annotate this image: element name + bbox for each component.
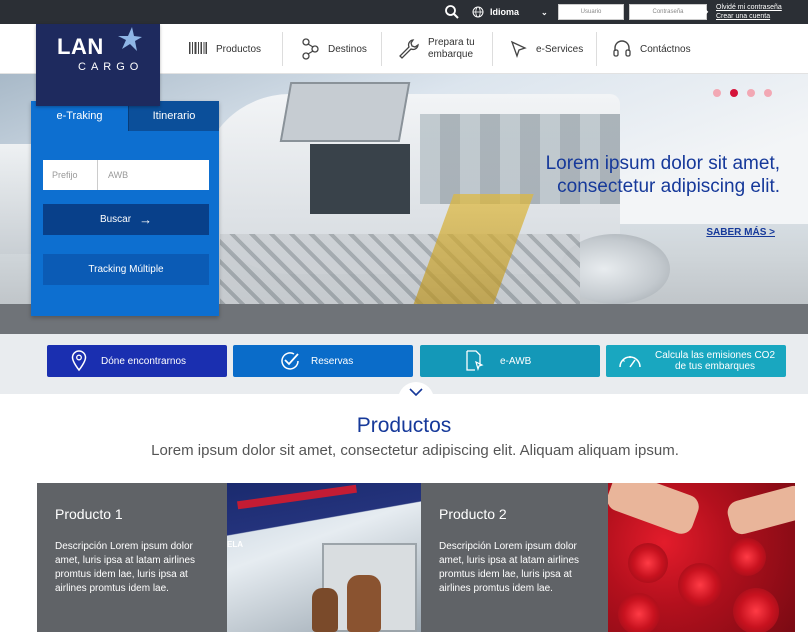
network-nodes-icon — [302, 38, 319, 60]
top-bar: Idioma ⌄ Usuario Contraseña ➝ Olvidé mi … — [0, 0, 808, 24]
photo-plane-lettering: ELA — [227, 540, 243, 549]
nav-label: Productos — [216, 43, 262, 55]
photo-hand — [724, 483, 795, 537]
buscar-button[interactable]: Buscar → — [43, 204, 209, 235]
photo-rose — [728, 538, 766, 576]
photo-rose — [678, 563, 722, 607]
nav-item-contactnos[interactable]: Contáctnos — [612, 24, 691, 74]
nav-item-prepara-embarque[interactable]: Prepara tu embarque — [398, 24, 478, 74]
hero-cargo-hold — [310, 144, 410, 214]
nav-item-eservices[interactable]: e-Services — [510, 24, 583, 74]
awb-input[interactable]: AWB — [98, 160, 209, 190]
barcode-icon — [189, 42, 207, 54]
eawb-button[interactable]: e-AWB — [420, 345, 600, 377]
username-input[interactable]: Usuario — [558, 4, 624, 20]
carousel-dot[interactable] — [764, 89, 772, 97]
create-account-link[interactable]: Crear una cuenta — [716, 12, 782, 21]
product-description: Descripción Lorem ipsum dolor amet, luri… — [439, 541, 580, 594]
document-cursor-icon — [466, 350, 484, 372]
account-links: Olvidé mi contraseña Crear una cuenta — [716, 3, 782, 21]
nav-label: e-Services — [536, 43, 584, 55]
hero-cargo-door — [279, 82, 411, 142]
globe-icon — [472, 6, 484, 18]
photo-rose — [733, 588, 779, 632]
language-selector[interactable]: Idioma ⌄ — [472, 0, 548, 24]
product-1-photo: ELA — [227, 483, 421, 632]
nav-divider — [381, 32, 382, 66]
carousel-dot[interactable] — [747, 89, 755, 97]
lan-cargo-logo[interactable]: LAN CARGO — [36, 24, 160, 106]
tracking-multiple-button[interactable]: Tracking Múltiple — [43, 254, 209, 285]
chevron-down-icon: ⌄ — [541, 7, 548, 17]
carousel-dots — [713, 89, 772, 97]
nav-label: Destinos — [328, 43, 367, 55]
logo-lan-text: LAN — [57, 34, 104, 59]
logo-star-icon — [118, 27, 142, 51]
reservas-button[interactable]: Reservas — [233, 345, 413, 377]
language-label: Idioma — [490, 7, 520, 17]
nav-item-destinos[interactable]: Destinos — [300, 24, 367, 74]
nav-item-productos[interactable]: Productos — [188, 24, 261, 74]
buscar-label: Buscar — [99, 214, 132, 225]
donde-encontrarnos-button[interactable]: Dóne encontrarnos — [47, 345, 227, 377]
productos-subtitle: Lorem ipsum dolor sit amet, consectetur … — [151, 442, 679, 459]
carousel-dot-active[interactable] — [730, 89, 738, 97]
photo-horse — [347, 575, 381, 632]
chevron-down-icon — [409, 388, 423, 396]
quick-label: Calcula las emisiones CO2 de tus embarqu… — [654, 350, 776, 372]
login-arrow-icon[interactable]: ➝ — [698, 4, 709, 20]
productos-title: Productos — [356, 414, 452, 437]
main-nav: LAN CARGO Productos Destinos Prepara tu — [0, 24, 808, 106]
hero-loader — [220, 234, 580, 304]
nav-label: Contáctnos — [640, 43, 691, 55]
product-description: Descripción Lorem ipsum dolor amet, luri… — [55, 541, 196, 594]
nav-divider — [596, 32, 597, 66]
logo-cargo-text: CARGO — [78, 61, 144, 73]
nav-divider — [492, 32, 493, 66]
awb-input-group: Prefijo AWB — [43, 160, 209, 190]
prefijo-input[interactable]: Prefijo — [43, 160, 98, 190]
check-circle-icon — [281, 352, 299, 370]
hero-headline: Lorem ipsum dolor sit amet, consectetur … — [545, 153, 780, 197]
quick-label: Dóne encontrarnos — [101, 355, 187, 367]
search-icon[interactable] — [444, 4, 460, 20]
password-input[interactable]: Contraseña — [629, 4, 707, 20]
forgot-password-link[interactable]: Olvidé mi contraseña — [716, 3, 782, 12]
product-card-2[interactable]: Producto 2 Descripción Lorem ipsum dolor… — [421, 483, 608, 632]
photo-hand — [608, 483, 703, 538]
photo-horse — [312, 588, 338, 632]
product-title: Producto 2 — [439, 506, 507, 522]
saber-mas-link[interactable]: SABER MÁS > — [670, 227, 775, 238]
tracking-panel: e-Traking Itinerario Prefijo AWB Buscar … — [31, 101, 219, 316]
location-pin-icon — [71, 350, 87, 372]
calcula-emisiones-button[interactable]: Calcula las emisiones CO2 de tus embarqu… — [606, 345, 786, 377]
headset-icon — [613, 40, 631, 57]
carousel-dot[interactable] — [713, 89, 721, 97]
nav-divider — [282, 32, 283, 66]
quick-label: Reservas — [311, 355, 354, 367]
nav-label: Prepara tu embarque — [428, 37, 475, 60]
wrench-icon — [399, 39, 419, 59]
gauge-icon — [619, 356, 641, 368]
product-card-1[interactable]: Producto 1 Descripción Lorem ipsum dolor… — [37, 483, 227, 632]
photo-rose — [618, 593, 660, 632]
product-title: Producto 1 — [55, 506, 123, 522]
arrow-right-icon: → — [139, 212, 153, 227]
product-2-photo — [608, 483, 795, 632]
cursor-arrow-icon — [510, 40, 527, 58]
quick-label: e-AWB — [500, 355, 532, 367]
photo-rose — [628, 543, 668, 583]
